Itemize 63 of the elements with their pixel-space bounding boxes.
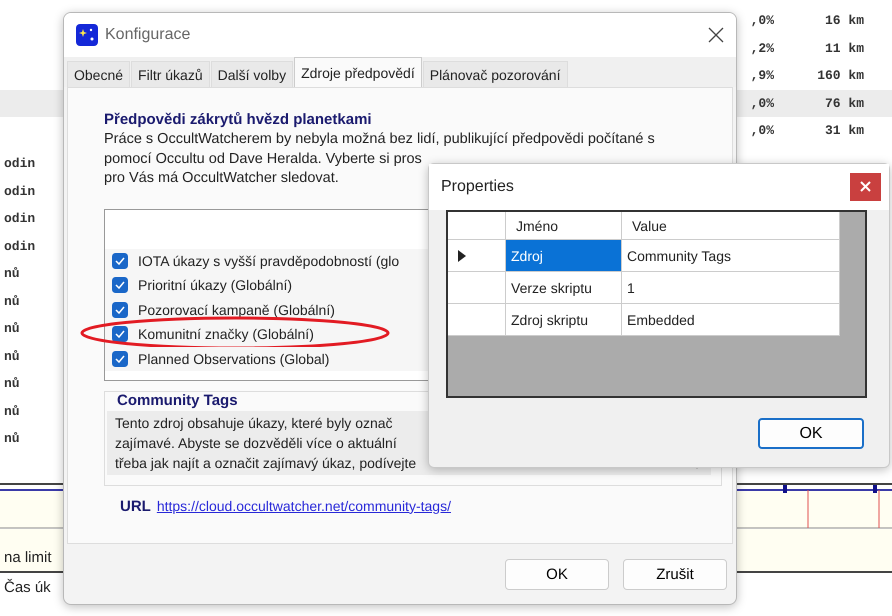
table-cell-text: nů xyxy=(4,265,21,283)
column-header[interactable]: Jméno xyxy=(506,212,622,240)
table-cell[interactable]: Verze skriptu xyxy=(506,272,622,304)
checkbox[interactable] xyxy=(112,350,128,367)
close-button[interactable] xyxy=(850,173,881,201)
dialog-button[interactable]: OK xyxy=(505,558,609,590)
table-cell-text: 160 km xyxy=(816,68,864,84)
table-cell-text: nů xyxy=(4,430,21,448)
tab[interactable]: Filtr úkazů xyxy=(131,61,210,87)
paragraph-line: pomocí Occultu od Dave Heralda. Vyberte si pros xyxy=(104,150,422,168)
table-cell-text: 11 km xyxy=(824,40,864,56)
description-line: zajímavé. Abyste se dozvěděli více o aktuální xyxy=(115,434,397,452)
label: na limit xyxy=(4,548,52,568)
window-title: Properties xyxy=(441,178,514,196)
list-item[interactable]: Prioritní úkazy (Globální) xyxy=(138,277,292,294)
table-cell-text: 31 km xyxy=(824,123,864,138)
table-cell[interactable]: Zdroj skriptu xyxy=(506,304,622,336)
table-cell: ,0% xyxy=(750,13,774,28)
checkbox[interactable] xyxy=(112,252,128,269)
window-title: Konfigurace xyxy=(105,26,190,44)
table-cell-text: nů xyxy=(4,375,21,393)
paragraph-line: Práce s OccultWatcherem by nebyla možná bez lidí, publikující předpovědi počítané s xyxy=(104,130,655,149)
paragraph-line: pro Vás má OccultWatcher sledovat. xyxy=(104,169,339,188)
table-cell-text: nů xyxy=(4,348,21,366)
table-cell-text: odin xyxy=(4,238,36,256)
table-cell[interactable]: Embedded xyxy=(622,304,840,336)
list-item[interactable]: IOTA úkazy s vyšší pravděpodobností (glo xyxy=(138,252,400,269)
table-cell: ,0% xyxy=(750,123,774,138)
table-cell: ,0% xyxy=(750,96,774,111)
checkbox[interactable] xyxy=(112,326,128,342)
table-cell-text: nů xyxy=(4,320,21,338)
table-cell-text: odin xyxy=(4,155,36,173)
dialog-button[interactable]: Zrušit xyxy=(623,558,727,590)
column-header[interactable]: Value xyxy=(622,212,840,240)
section-heading: Předpovědi zákrytů hvězd planetkami xyxy=(104,110,373,130)
description-line: Tento zdroj obsahuje úkazy, které byly označ xyxy=(115,414,393,432)
tab[interactable]: Obecné xyxy=(67,61,130,87)
table-cell-text: nů xyxy=(4,292,21,310)
label: Čas úk xyxy=(4,578,52,598)
tab[interactable]: Zdroje předpovědí xyxy=(294,57,422,87)
tab[interactable]: Další volby xyxy=(210,61,294,87)
table-cell: ,2% xyxy=(750,40,774,56)
table-cell-text: 16 km xyxy=(824,13,864,28)
row-header[interactable] xyxy=(448,240,506,272)
checkbox[interactable] xyxy=(112,277,128,294)
table-cell-text: 76 km xyxy=(824,96,864,111)
row-header xyxy=(448,212,506,240)
description-line: třeba jak najít a označit zajímavý úkaz, podívejte xyxy=(115,454,416,472)
url-label: URL xyxy=(120,498,151,514)
close-button[interactable] xyxy=(708,27,724,43)
table-cell: ,9% xyxy=(750,68,774,84)
table-cell-text: odin xyxy=(4,182,36,200)
table-cell[interactable]: Zdroj xyxy=(506,240,622,272)
checkbox[interactable] xyxy=(112,302,128,318)
url-link[interactable]: https://cloud.occultwatcher.net/community-tags/ xyxy=(156,498,451,514)
tab[interactable]: Plánovač pozorování xyxy=(422,61,568,87)
table-cell-text: odin xyxy=(4,210,36,228)
table-cell-text: nů xyxy=(4,402,21,420)
app-icon xyxy=(76,24,98,46)
table-cell[interactable]: 1 xyxy=(622,272,840,304)
ok-button[interactable]: OK xyxy=(758,418,864,449)
group-title: Community Tags xyxy=(117,392,239,408)
table-cell[interactable]: Community Tags xyxy=(622,240,840,272)
